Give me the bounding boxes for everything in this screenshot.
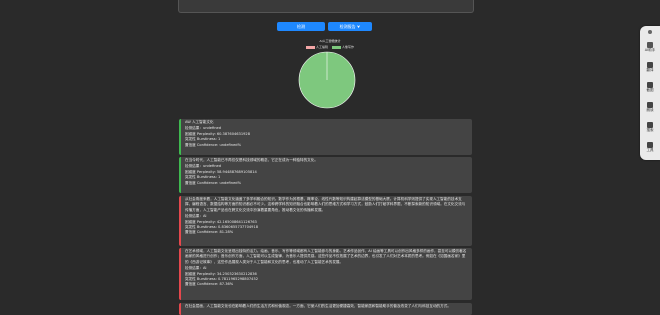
legend-swatch-icon <box>332 45 341 49</box>
legend-item-human[interactable]: 人工编辑 <box>305 45 328 49</box>
dock-ai-assistant[interactable]: AI助手 <box>640 42 660 53</box>
card-content: 在社会层面，人工智能文化也在影响着人们的生活方式和价值观念。一方面，它使人们的生… <box>185 304 451 308</box>
dock-label: 搜索 <box>646 128 654 132</box>
dock-tools[interactable]: 工具 <box>640 142 660 153</box>
card-content: AW 人工智能文化 <box>185 120 214 124</box>
card-confidence: 置信度 Confidence: undefined% <box>185 180 241 185</box>
result-card: 从社会角度来看，人工智能文化涵盖了多学科融合的知识。数学作为其根基，概率论、线性… <box>179 196 472 246</box>
text-input-area[interactable] <box>178 0 474 13</box>
card-content: 从社会角度来看，人工智能文化涵盖了多学科融合的知识。数学作为其根基，概率论、线性… <box>185 197 466 212</box>
card-confidence: 置信度 Confidence: 87.36% <box>185 282 234 287</box>
result-card: 在社会层面，人工智能文化也在影响着人们的生活方式和价值观念。一方面，它使人们的生… <box>179 303 472 315</box>
dock-label: 翻译 <box>646 68 654 72</box>
report-button[interactable]: 检测报告 ⮟ <box>328 22 372 31</box>
result-card: 在艺术领域，人工智能文化呈现出独特的活力。绘画、音乐、写作等领域都有人工智能参与… <box>179 248 472 300</box>
detect-button[interactable]: 检测 <box>277 22 325 31</box>
card-confidence: 置信度 Confidence: undefined% <box>185 142 241 147</box>
legend-label: 人像写作 <box>342 45 355 49</box>
dock-handle[interactable] <box>640 30 660 34</box>
dock-label: 截图 <box>646 88 654 92</box>
dock-search[interactable]: 搜索 <box>640 122 660 133</box>
dock-read-aloud[interactable]: 朗读 <box>640 102 660 113</box>
side-dock: AI助手 翻译 截图 朗读 搜索 工具 <box>640 26 660 160</box>
result-card: 在当今时代，人工智能已不再仅仅是科技领域的概念，它正在成为一种独特的文化。 检测… <box>179 157 472 193</box>
dock-label: 工具 <box>646 148 654 152</box>
dock-label: 朗读 <box>646 108 654 112</box>
card-confidence: 置信度 Confidence: 81.28% <box>185 230 234 235</box>
dock-handle-icon <box>648 30 652 34</box>
card-content: 在艺术领域，人工智能文化呈现出独特的活力。绘画、音乐、写作等领域都有人工智能参与… <box>185 249 467 264</box>
pie-chart <box>298 51 356 109</box>
dock-screenshot[interactable]: 截图 <box>640 82 660 93</box>
chart-title: AI人工智能统计 <box>319 39 341 43</box>
legend-swatch-icon <box>305 45 315 49</box>
dock-label: AI助手 <box>644 48 656 52</box>
card-content: 在当今时代，人工智能已不再仅仅是科技领域的概念，它正在成为一种独特的文化。 <box>185 158 318 162</box>
chart-legend: 人工编辑 人像写作 <box>0 45 660 49</box>
result-card: AW 人工智能文化 检测结果：undefined 困惑度 Perplexity:… <box>179 119 472 155</box>
legend-label: 人工编辑 <box>315 45 328 49</box>
legend-item-ai[interactable]: 人像写作 <box>332 45 354 49</box>
dock-translate[interactable]: 翻译 <box>640 62 660 73</box>
